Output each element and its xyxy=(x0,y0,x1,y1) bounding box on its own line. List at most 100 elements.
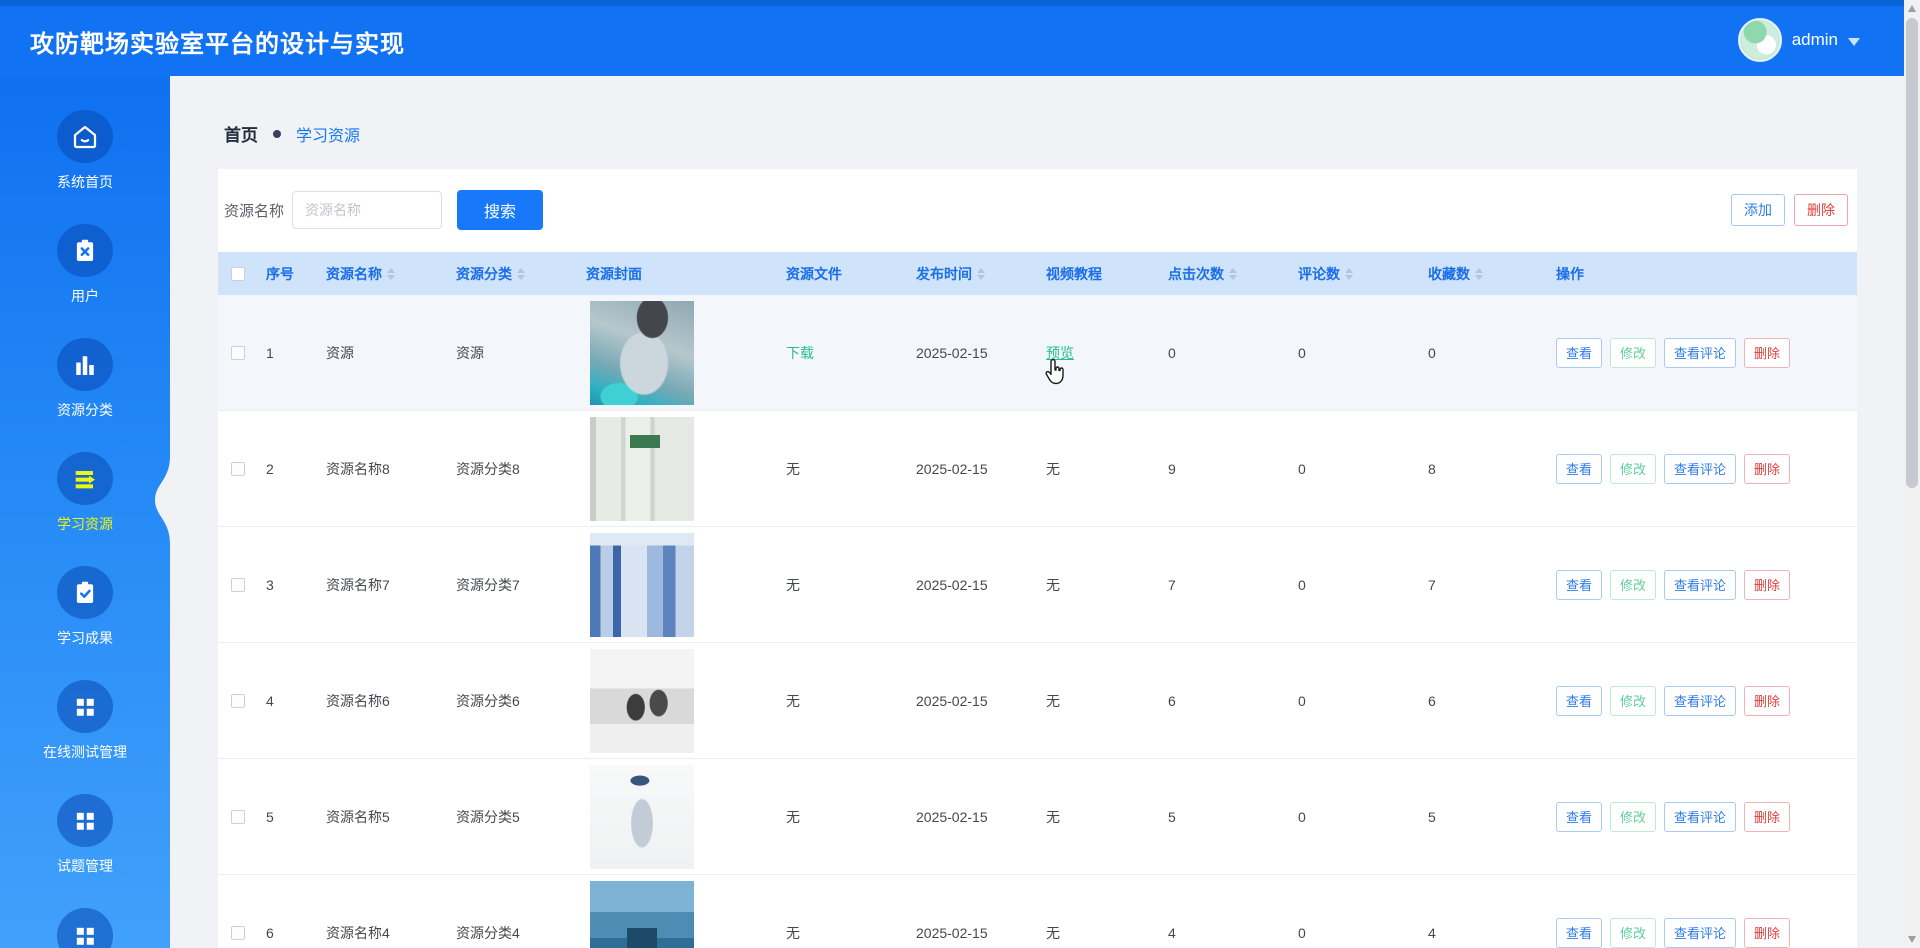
edit-button[interactable]: 修改 xyxy=(1610,569,1657,600)
col-header-video: 视频教程 xyxy=(1046,265,1102,282)
preview-link[interactable]: 预览 xyxy=(1046,343,1074,363)
select-all-checkbox[interactable] xyxy=(231,266,245,281)
sort-caret[interactable] xyxy=(1475,267,1483,280)
row-index: 5 xyxy=(266,808,274,825)
delete-button[interactable]: 删除 xyxy=(1794,194,1848,226)
table-row: 2 资源名称8 资源分类8 无 2025-02-15 无 9 0 8 查看 修改… xyxy=(218,411,1857,527)
sort-caret[interactable] xyxy=(1229,267,1237,280)
comment-count: 0 xyxy=(1298,344,1306,361)
col-header-category: 资源分类 xyxy=(448,264,578,284)
view-comments-button[interactable]: 查看评论 xyxy=(1664,801,1737,832)
add-button[interactable]: 添加 xyxy=(1731,194,1785,226)
row-delete-button[interactable]: 删除 xyxy=(1744,917,1791,948)
edit-button[interactable]: 修改 xyxy=(1610,685,1657,716)
row-checkbox[interactable] xyxy=(231,345,245,360)
resource-file-value: 无 xyxy=(786,692,800,709)
sidebar-item-label: 学习成果 xyxy=(57,630,113,646)
row-checkbox[interactable] xyxy=(231,925,245,940)
resource-cover-image xyxy=(590,880,694,948)
chevron-down-icon[interactable] xyxy=(1848,37,1860,46)
col-header-favorites: 收藏数 xyxy=(1420,264,1548,284)
row-index: 3 xyxy=(266,576,274,593)
favorite-count: 8 xyxy=(1428,460,1436,477)
publish-date: 2025-02-15 xyxy=(916,692,988,709)
user-avatar[interactable] xyxy=(1737,18,1782,62)
content-card: 资源名称 搜索 添加 删除 序号 资源名称 资源分类 资源封面 资源文件 发布时… xyxy=(218,169,1857,948)
col-header-date: 发布时间 xyxy=(908,264,1038,284)
view-button[interactable]: 查看 xyxy=(1556,569,1603,600)
scroll-down-arrow-icon[interactable] xyxy=(1908,936,1916,943)
resource-name: 资源名称4 xyxy=(326,924,390,941)
sidebar-item-learning-outcomes[interactable]: 学习成果 xyxy=(0,566,170,648)
sidebar-item-system-home[interactable]: 系统首页 xyxy=(0,110,170,192)
username-label: admin xyxy=(1791,30,1838,49)
table-row: 3 资源名称7 资源分类7 无 2025-02-15 无 7 0 7 查看 修改… xyxy=(218,527,1857,643)
table-row: 6 资源名称4 资源分类4 无 2025-02-15 无 4 0 4 查看 修改… xyxy=(218,875,1857,948)
resource-file-value: 无 xyxy=(786,576,800,593)
sidebar-item-partial[interactable] xyxy=(0,908,170,948)
download-link[interactable]: 下载 xyxy=(786,343,814,363)
sidebar-item-users[interactable]: 用户 xyxy=(0,224,170,306)
scrollbar-thumb[interactable] xyxy=(1906,18,1918,488)
col-header-clicks: 点击次数 xyxy=(1160,264,1290,284)
app-title: 攻防靶场实验室平台的设计与实现 xyxy=(30,30,405,58)
click-count: 5 xyxy=(1168,808,1176,825)
view-button[interactable]: 查看 xyxy=(1556,453,1603,484)
row-delete-button[interactable]: 删除 xyxy=(1744,337,1791,368)
sidebar-item-question-management[interactable]: 试题管理 xyxy=(0,794,170,876)
row-delete-button[interactable]: 删除 xyxy=(1744,801,1791,832)
sidebar-nav: 系统首页 用户 资源分类 学习资源 学习成果 在线测试管理 试题管理 xyxy=(0,76,170,948)
comment-count: 0 xyxy=(1298,808,1306,825)
breadcrumb-home[interactable]: 首页 xyxy=(224,121,258,146)
row-checkbox[interactable] xyxy=(231,577,245,592)
view-comments-button[interactable]: 查看评论 xyxy=(1664,917,1737,948)
resources-table: 序号 资源名称 资源分类 资源封面 资源文件 发布时间 视频教程 点击次数 评论… xyxy=(218,252,1857,948)
favorite-count: 7 xyxy=(1428,576,1436,593)
view-comments-button[interactable]: 查看评论 xyxy=(1664,685,1737,716)
scroll-up-arrow-icon[interactable] xyxy=(1908,5,1916,12)
video-tutorial-value: 无 xyxy=(1046,808,1060,825)
grid-icon xyxy=(71,807,99,835)
breadcrumb-current[interactable]: 学习资源 xyxy=(296,122,360,146)
sort-caret[interactable] xyxy=(387,267,395,280)
sort-caret[interactable] xyxy=(517,267,525,280)
video-tutorial-value: 无 xyxy=(1046,576,1060,593)
favorite-count: 5 xyxy=(1428,808,1436,825)
sidebar-item-learning-resources[interactable]: 学习资源 xyxy=(0,452,170,544)
row-checkbox[interactable] xyxy=(231,809,245,824)
click-count: 6 xyxy=(1168,692,1176,709)
edit-button[interactable]: 修改 xyxy=(1610,801,1657,832)
sidebar-item-online-test-management[interactable]: 在线测试管理 xyxy=(0,680,170,762)
vertical-scrollbar[interactable] xyxy=(1904,0,1920,948)
col-header-index: 序号 xyxy=(266,265,294,282)
row-checkbox[interactable] xyxy=(231,693,245,708)
grid-icon xyxy=(71,922,99,948)
sort-caret[interactable] xyxy=(977,267,985,280)
edit-button[interactable]: 修改 xyxy=(1610,453,1657,484)
edit-button[interactable]: 修改 xyxy=(1610,337,1657,368)
sort-caret[interactable] xyxy=(1345,267,1353,280)
table-row: 1 资源 资源 下载 2025-02-15 预览 0 0 0 查看 修改 查看评… xyxy=(218,295,1857,411)
view-comments-button[interactable]: 查看评论 xyxy=(1664,453,1737,484)
view-comments-button[interactable]: 查看评论 xyxy=(1664,569,1737,600)
search-button[interactable]: 搜索 xyxy=(457,190,544,230)
comment-count: 0 xyxy=(1298,924,1306,941)
view-button[interactable]: 查看 xyxy=(1556,801,1603,832)
view-comments-button[interactable]: 查看评论 xyxy=(1664,337,1737,368)
view-button[interactable]: 查看 xyxy=(1556,337,1603,368)
edit-button[interactable]: 修改 xyxy=(1610,917,1657,948)
col-header-actions: 操作 xyxy=(1556,265,1584,282)
row-delete-button[interactable]: 删除 xyxy=(1744,453,1791,484)
user-menu[interactable]: admin xyxy=(1737,14,1860,62)
sidebar-item-resource-category[interactable]: 资源分类 xyxy=(0,338,170,420)
table-header-row: 序号 资源名称 资源分类 资源封面 资源文件 发布时间 视频教程 点击次数 评论… xyxy=(218,252,1857,295)
view-button[interactable]: 查看 xyxy=(1556,917,1603,948)
row-delete-button[interactable]: 删除 xyxy=(1744,685,1791,716)
resource-name: 资源名称5 xyxy=(326,808,390,825)
view-button[interactable]: 查看 xyxy=(1556,685,1603,716)
row-delete-button[interactable]: 删除 xyxy=(1744,569,1791,600)
row-checkbox[interactable] xyxy=(231,461,245,476)
main-content: 首页 学习资源 资源名称 搜索 添加 删除 序号 资源名称 资源分类 xyxy=(170,76,1904,948)
resource-category: 资源分类5 xyxy=(456,808,520,825)
search-input[interactable] xyxy=(292,191,443,229)
